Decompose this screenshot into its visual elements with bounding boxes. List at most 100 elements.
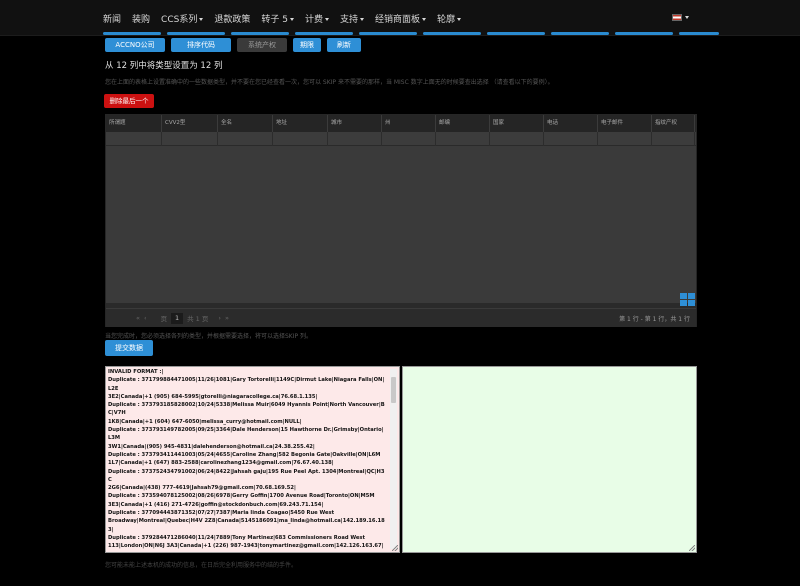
column-header[interactable]: 电话 [544, 115, 598, 132]
nav-item-4[interactable]: 转子 5 [261, 12, 294, 25]
filter-button-refresh[interactable]: 刷新 [327, 38, 361, 52]
nav-item-label: 装购 [132, 14, 151, 25]
table-cell[interactable] [436, 132, 490, 146]
nav-item-8[interactable]: 轮廓 [437, 12, 461, 25]
textarea-line: 3E2|Canada|+1 (905) 684-5995|gtorelli@ni… [108, 393, 318, 400]
top-navbar: 新闻 装购 CCS系列 退款政策 转子 5 计费 支持 经销商面板 轮廓 [0, 0, 800, 36]
pager-first-icon[interactable]: « [136, 314, 140, 322]
chevron-down-icon [685, 16, 689, 19]
nav-item-1[interactable]: 装购 [132, 12, 150, 25]
nav-item-label: 计费 [304, 14, 323, 25]
textarea-line: 1K8|Canada|+1 (604) 647-6050|melissa_cur… [108, 418, 302, 425]
nav-item-label: 经销商面板 [374, 14, 420, 25]
pager-last-icon[interactable]: » [225, 314, 229, 322]
chevron-down-icon [359, 17, 364, 21]
column-header[interactable]: CVV2型 [162, 115, 218, 132]
textarea-line: Duplicate : 373594078125002|08/26|6978|G… [108, 493, 375, 500]
table-cell[interactable] [106, 132, 162, 146]
tab-strip [103, 32, 725, 36]
chevron-down-icon [457, 17, 461, 21]
table-cell[interactable] [490, 132, 544, 146]
column-header[interactable]: 城市 [328, 115, 382, 132]
output-textarea[interactable] [402, 366, 697, 553]
filter-button-accno[interactable]: ACCNO公司 [105, 38, 165, 52]
table-cell[interactable] [544, 132, 598, 146]
nav-item-label: 退款政策 [214, 14, 251, 25]
column-header[interactable]: 电子邮件 [598, 115, 652, 132]
table-row[interactable] [106, 132, 696, 146]
filter-button-system[interactable]: 系统产权 [237, 38, 287, 52]
textarea-line: Duplicate : 373793149782005|09/25|3364|D… [108, 427, 384, 442]
table-cell[interactable] [162, 132, 218, 146]
column-count-text: 从 12 列中将类型设置为 12 列 [105, 61, 223, 71]
textarea-scroll-thumb[interactable] [391, 377, 396, 403]
submit-data-button[interactable]: 提交数据 [105, 340, 153, 356]
pager-info: 第 1 行 - 第 1 行，共 1 行 [619, 316, 690, 323]
table-cell[interactable] [652, 132, 695, 146]
nav-item-5[interactable]: 计费 [305, 12, 329, 25]
hint-text: 当您完成时，您必须选择各列的类型，并根据需要选择，将可以选择SKIP 列。 [105, 333, 313, 340]
input-textarea[interactable]: INVALID FORMAT :| Duplicate : 37179988447… [105, 366, 400, 553]
chevron-down-icon [289, 17, 294, 21]
resize-handle-icon[interactable] [392, 545, 398, 551]
textarea-line: 113|London|ON|N6J 3A3|Canada|+1 (226) 98… [108, 543, 384, 550]
textarea-line: Duplicate : 373793185828002|10/24|5338|M… [108, 402, 385, 417]
pager-of-label: 共 1 页 [187, 315, 209, 323]
nav-menu: 新闻 装购 CCS系列 退款政策 转子 5 计费 支持 经销商面板 轮廓 [103, 0, 472, 36]
table-cell[interactable] [598, 132, 652, 146]
textarea-line: Duplicate : 371799884471005|11/26|1081|G… [108, 377, 385, 392]
nav-item-3[interactable]: 退款政策 [214, 12, 250, 25]
table-cell[interactable] [273, 132, 328, 146]
textarea-line: INVALID FORMAT :| [108, 369, 164, 375]
textarea-line: 3W1|Canada|(905) 945-4831|dalehenderson@… [108, 443, 315, 450]
data-grid: 所谓题 CVV2型 全名 地址 城市州邮编 国家 电话 电子邮件 指纹产权 « ‹ 页 1 共 … [105, 114, 697, 327]
grid-header: 所谓题 CVV2型 全名 地址 城市州邮编 国家 电话 电子邮件 指纹产权 [106, 115, 696, 132]
pager-next-icon[interactable]: › [218, 314, 221, 322]
nav-item-label: 转子 5 [261, 14, 288, 25]
footer-text: 您可能未能上述本机的成功的信息，在日后完全利用服务中的结的手件。 [105, 562, 298, 569]
grid-scrollbar[interactable] [106, 303, 696, 308]
textarea-line: 3E3|Canada|+1 (416) 271-4726|goffin@stoc… [108, 501, 324, 508]
nav-item-label: CCS系列 [161, 14, 198, 25]
filter-button-expiry[interactable]: 期限 [293, 38, 321, 52]
column-header[interactable]: 国家 [490, 115, 544, 132]
column-header[interactable]: 所谓题 [106, 115, 162, 132]
nav-item-label: 新闻 [103, 14, 122, 25]
column-header[interactable]: 邮编 [436, 115, 490, 132]
table-cell[interactable] [328, 132, 382, 146]
column-type-buttons: ACCNO公司 排序代码 系统产权 期限 刷新 [105, 38, 367, 52]
nav-item-6[interactable]: 支持 [340, 12, 364, 25]
pager-page-label: 页 [160, 315, 168, 323]
pager-page-input[interactable]: 1 [171, 312, 184, 324]
filter-button-sort-code[interactable]: 排序代码 [171, 38, 231, 52]
flag-icon[interactable] [672, 14, 682, 21]
nav-item-label: 支持 [339, 14, 358, 25]
pager-prev-icon[interactable]: ‹ [144, 314, 147, 322]
nav-item-0[interactable]: 新闻 [103, 12, 121, 25]
nav-item-label: 轮廓 [436, 14, 455, 25]
textarea-line: Duplicate : 377094443871352|07/27|7387|M… [108, 510, 335, 517]
nav-item-2[interactable]: CCS系列 [161, 12, 204, 25]
nav-item-7[interactable]: 经销商面板 [375, 12, 426, 25]
column-header[interactable]: 全名 [218, 115, 273, 132]
grid-settings-icon[interactable] [680, 293, 695, 306]
column-header[interactable]: 指纹产权 [652, 115, 695, 132]
chevron-down-icon [421, 17, 426, 21]
textarea-content: INVALID FORMAT :| Duplicate : 37179988447… [106, 367, 399, 553]
column-header[interactable]: 地址 [273, 115, 328, 132]
instructions-text: 您在上面的表格上设置准确中的一些数据类型，并不要在您已经查看一次，您可以 SKI… [105, 79, 554, 86]
column-header[interactable]: 州 [382, 115, 436, 132]
textarea-line: Duplicate : 373752434791002|06/24|8422|J… [108, 468, 385, 483]
textarea-line: Duplicate : 379284471286040|11/24|7889|T… [108, 534, 365, 541]
table-cell[interactable] [382, 132, 436, 146]
textarea-line: 2G6|Canada|(438) 777-4619|Jahsah79@gmail… [108, 485, 296, 492]
textarea-line: Duplicate : 379223148362002|11/24|4377|M… [108, 551, 385, 553]
grid-pager: « ‹ 页 1 共 1 页 › » 第 1 行 - 第 1 行，共 1 行 [106, 309, 696, 327]
chevron-down-icon [199, 17, 204, 21]
resize-handle-icon[interactable] [689, 545, 695, 551]
delete-last-button[interactable]: 删除最后一个 [104, 94, 154, 108]
table-cell[interactable] [218, 132, 273, 146]
chevron-down-icon [324, 17, 329, 21]
textarea-line: 1L7|Canada|+1 (647) 883-2588|carolinezha… [108, 460, 334, 467]
textarea-line: Broadway|Montreal|Quebec|H4V 2Z8|Canada|… [108, 518, 385, 533]
